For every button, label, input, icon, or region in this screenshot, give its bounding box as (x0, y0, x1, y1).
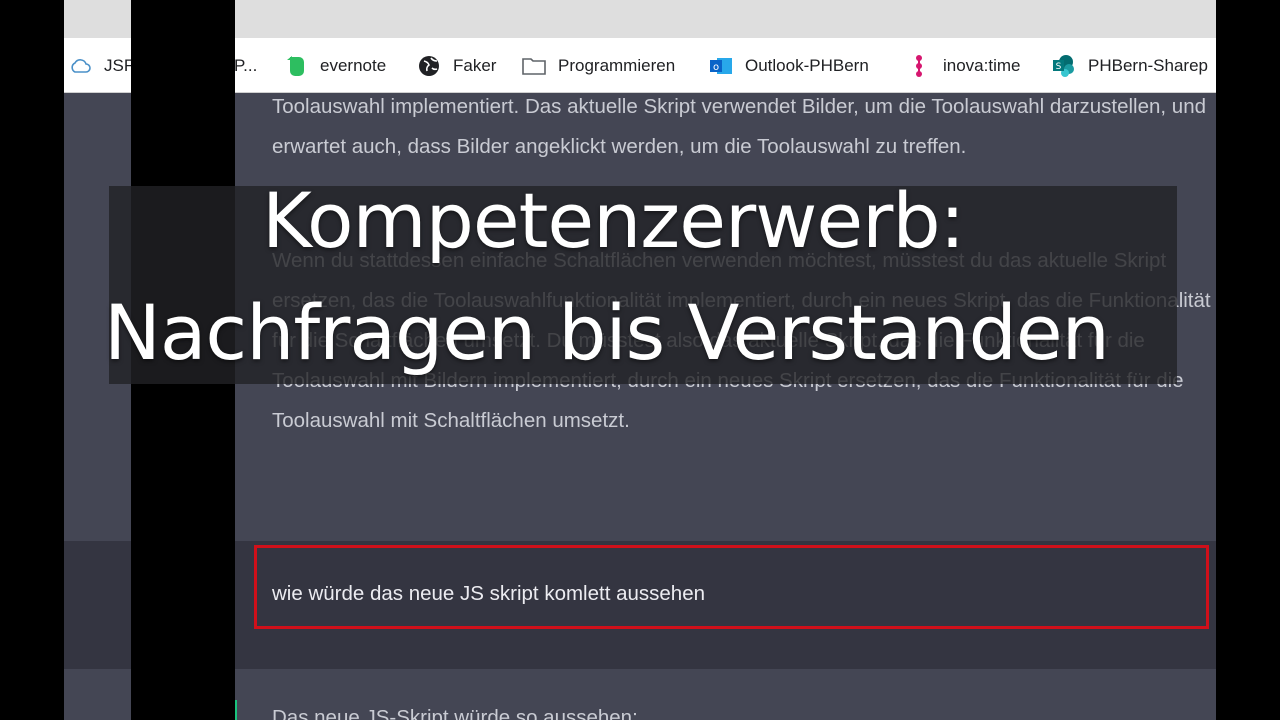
caption-title-line1: Kompetenzerwerb: (262, 176, 965, 265)
bookmark-jsfiddle[interactable]: JSFi (68, 53, 138, 79)
cloud-icon (68, 54, 92, 78)
bookmark-label: Outlook-PHBern (745, 56, 869, 75)
outlook-icon: o (709, 54, 733, 78)
bookmark-truncated[interactable]: P... (234, 53, 257, 79)
svg-text:S: S (1056, 62, 1062, 72)
caption-title-line2: Nachfragen bis Verstanden (104, 288, 1110, 377)
assistant-paragraph: Toolauswahl implementiert. Das aktuelle … (272, 95, 1207, 158)
bookmark-programmieren[interactable]: Programmieren (522, 53, 675, 79)
bookmark-label: evernote (320, 56, 387, 75)
bookmark-label: PHBern-Sharep (1088, 56, 1209, 75)
assistant-reply: Das neue JS-Skript würde so aussehen: (272, 706, 638, 720)
bookmark-label: P... (234, 56, 258, 75)
bookmark-outlook[interactable]: o Outlook-PHBern (709, 53, 869, 79)
bookmark-faker[interactable]: Faker (417, 53, 496, 79)
bookmark-label: Faker (453, 56, 497, 75)
bookmark-inova-time[interactable]: inova:time (907, 53, 1020, 79)
user-message: wie würde das neue JS skript komlett aus… (272, 582, 706, 605)
folder-icon (522, 54, 546, 78)
bookmark-label: inova:time (943, 56, 1021, 75)
svg-text:o: o (713, 62, 719, 73)
evernote-icon (284, 54, 308, 78)
bookmark-label: Programmieren (558, 56, 676, 75)
sharepoint-icon: S (1052, 54, 1076, 78)
bookmarks-bar: JSFi P... evernote Faker Programmieren o (64, 38, 1216, 93)
tab-strip (64, 0, 1216, 38)
bookmark-evernote[interactable]: evernote (284, 53, 386, 79)
inova-icon (907, 54, 931, 78)
globe-icon (417, 54, 441, 78)
bookmark-sharepoint[interactable]: S PHBern-Sharep (1052, 53, 1208, 79)
